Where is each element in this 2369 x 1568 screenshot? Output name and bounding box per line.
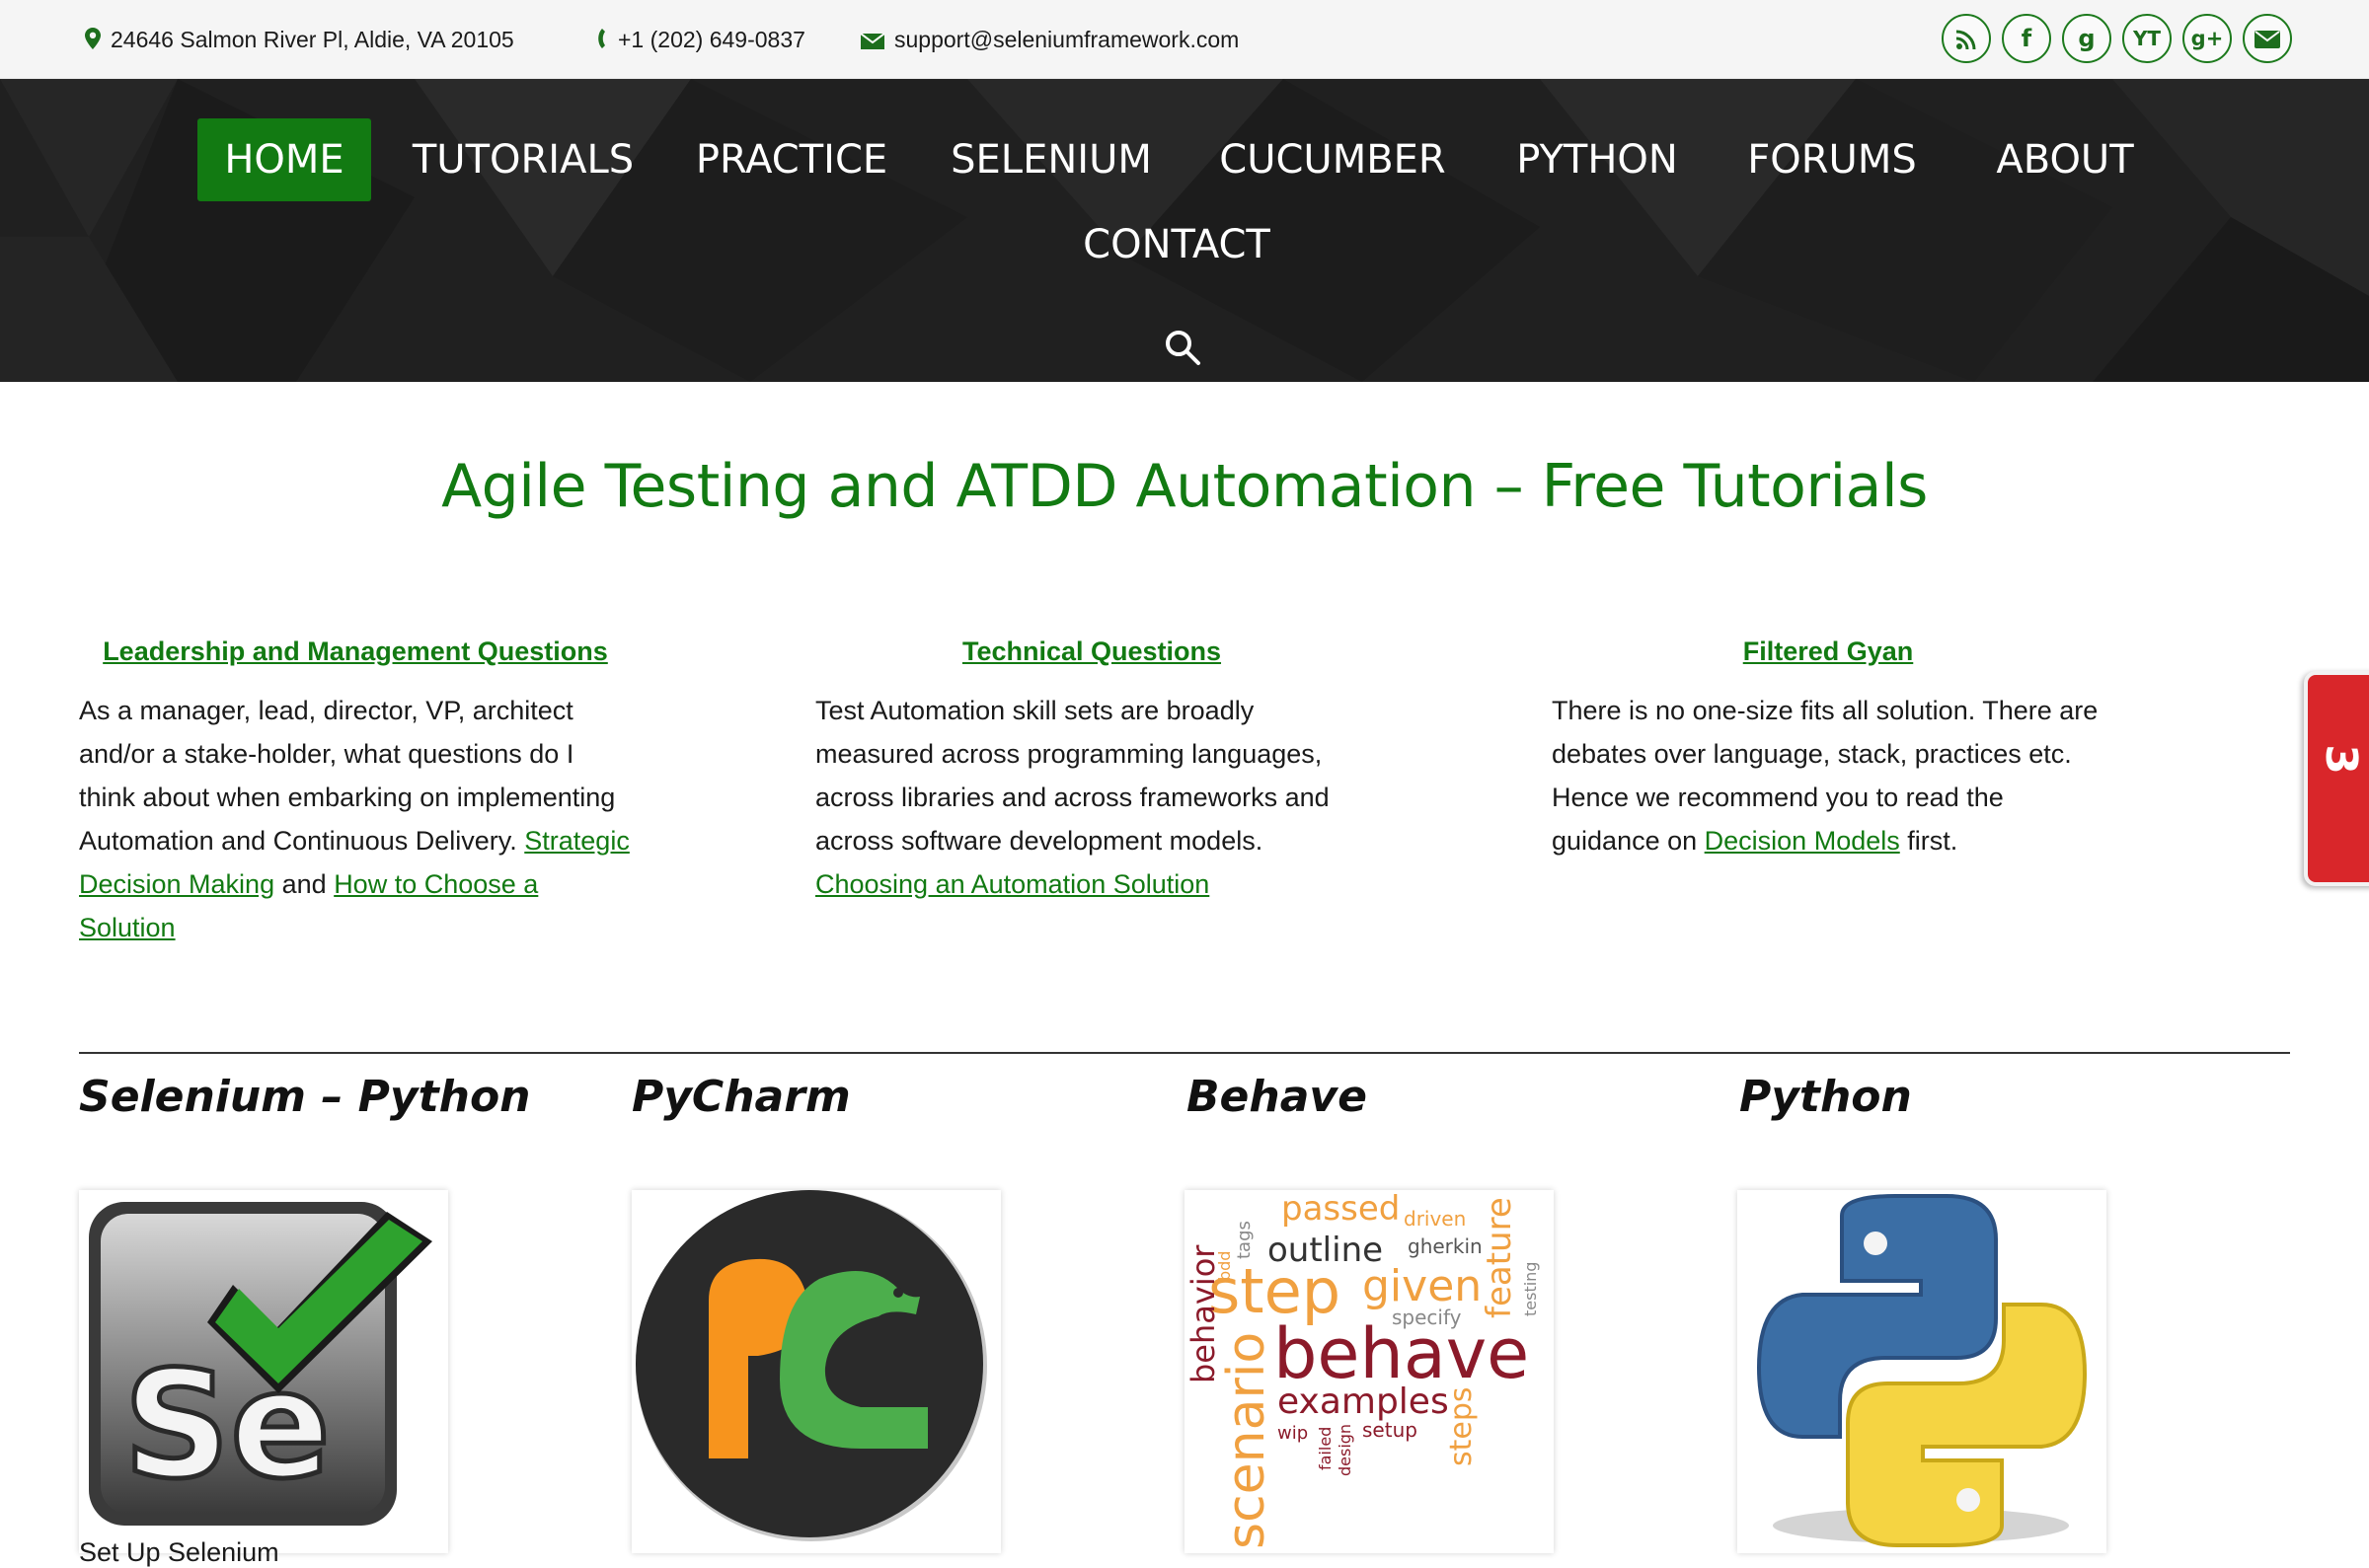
technical-body-text: Test Automation skill sets are broadly m… [815,696,1330,856]
mail-icon[interactable] [2243,14,2292,63]
wordcloud-word: given [1362,1261,1482,1311]
behave-wordcloud-image[interactable]: passed driven tags bdd outline gherkin s… [1184,1190,1554,1553]
column-text-leadership: As a manager, lead, director, VP, archit… [79,689,632,949]
nav-python[interactable]: PYTHON [1508,118,1686,201]
email-text[interactable]: support@seleniumframework.com [894,27,1239,52]
column-text-filtered-gyan: There is no one-size fits all solution. … [1552,689,2104,862]
nav-about[interactable]: ABOUT [1978,118,2152,201]
wordcloud-word: examples [1277,1381,1449,1422]
phone-info: +1 (202) 649-0837 [596,26,805,53]
top-contact-bar: 24646 Salmon River Pl, Aldie, VA 20105 +… [0,0,2369,79]
location-pin-icon [85,27,101,55]
wordcloud-word: setup [1362,1418,1417,1442]
selenium-logo-image[interactable]: Se [79,1190,448,1553]
nav-forums[interactable]: FORUMS [1741,118,1923,201]
rss-icon[interactable] [1942,14,1991,63]
python-logo-image[interactable] [1737,1190,2106,1553]
wordcloud-word: scenario [1217,1332,1276,1549]
column-leadership: Leadership and Management Questions As a… [79,632,632,949]
wordcloud-word: testing [1521,1262,1540,1316]
phone-text: +1 (202) 649-0837 [618,27,805,52]
side-floating-tab[interactable]: 3 [2304,671,2369,886]
nav-cucumber[interactable]: CUCUMBER [1216,118,1449,201]
wordcloud-word: gherkin [1408,1234,1483,1258]
choosing-solution-link[interactable]: Choosing an Automation Solution [815,869,1209,899]
google-plus-icon[interactable]: g+ [2182,14,2232,63]
nav-contact[interactable]: CONTACT [1078,203,1275,286]
wordcloud-word: driven [1404,1207,1466,1231]
nav-practice[interactable]: PRACTICE [687,118,896,201]
column-text-technical: Test Automation skill sets are broadly m… [815,689,1368,906]
nav-tutorials[interactable]: TUTORIALS [407,118,640,201]
wordcloud-word: design [1336,1424,1354,1476]
column-technical: Technical Questions Test Automation skil… [815,632,1368,906]
gyan-trailing-text: first. [1907,826,1958,856]
wordcloud-word: failed [1316,1427,1335,1470]
email-info[interactable]: support@seleniumframework.com [860,26,1239,55]
youtube-icon[interactable]: YT [2122,14,2172,63]
section-title-selenium-python[interactable]: Selenium – Python [79,1072,531,1122]
column-title-leadership[interactable]: Leadership and Management Questions [79,632,632,671]
section-title-pycharm[interactable]: PyCharm [632,1072,851,1122]
column-filtered-gyan: Filtered Gyan There is no one-size fits … [1552,632,2104,862]
decision-models-link[interactable]: Decision Models [1705,826,1900,856]
social-links: f g YT g+ [1931,14,2292,67]
wordcloud-word: wip [1277,1423,1308,1444]
section-title-behave[interactable]: Behave [1186,1072,1367,1122]
goodreads-icon[interactable]: g [2062,14,2111,63]
section-divider [79,1052,2290,1054]
wordcloud-word: feature [1480,1197,1519,1318]
nav-selenium[interactable]: SELENIUM [944,118,1159,201]
section-title-python[interactable]: Python [1739,1072,1912,1122]
envelope-icon [860,28,885,55]
page-headline: Agile Testing and ATDD Automation – Free… [441,452,1928,521]
pycharm-logo-image[interactable] [632,1190,1001,1553]
wordcloud-word: passed [1281,1190,1400,1229]
address-info: 24646 Salmon River Pl, Aldie, VA 20105 [85,26,514,53]
phone-icon [596,28,608,55]
joiner-text: and [281,869,327,899]
column-title-technical[interactable]: Technical Questions [815,632,1368,671]
nav-home[interactable]: HOME [197,118,371,201]
search-icon[interactable] [1163,328,1202,367]
column-title-filtered-gyan[interactable]: Filtered Gyan [1552,632,2104,671]
main-navigation: HOME TUTORIALS PRACTICE SELENIUM CUCUMBE… [0,79,2369,382]
side-tab-label: 3 [2315,744,2366,775]
wordcloud-word: tags [1234,1221,1255,1259]
wordcloud-word: steps [1444,1386,1479,1466]
address-text: 24646 Salmon River Pl, Aldie, VA 20105 [111,27,514,52]
facebook-icon[interactable]: f [2002,14,2051,63]
